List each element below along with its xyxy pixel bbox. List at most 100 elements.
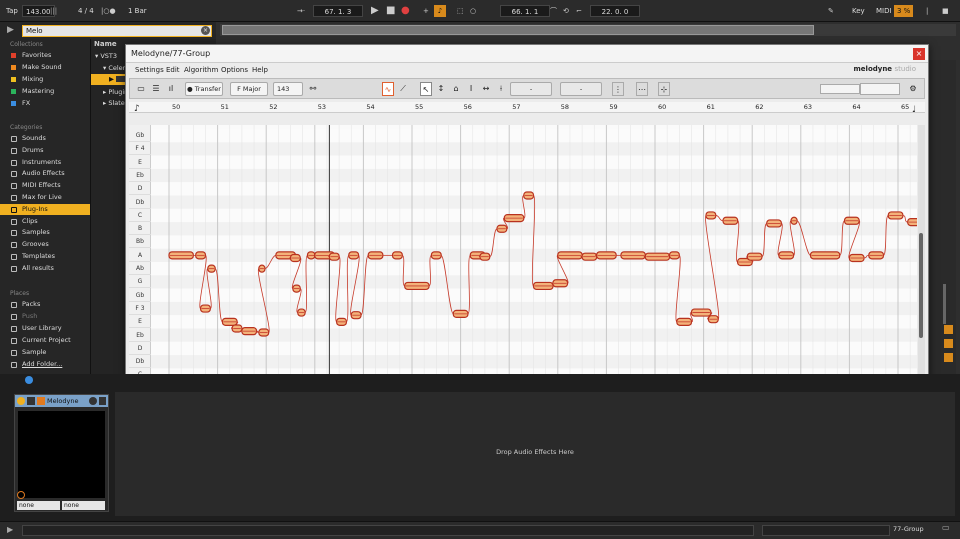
loop-icon[interactable]: ⟲: [563, 5, 569, 17]
main-tool-icon[interactable]: ↖: [420, 82, 432, 96]
pitch-ruler[interactable]: GbF 4EEbDDbCBBbAAbGGbF 3EEbDDbCB: [129, 125, 151, 395]
category-item[interactable]: Clips: [0, 216, 90, 227]
collection-item[interactable]: Make Sound: [0, 62, 90, 73]
category-item[interactable]: Sounds: [0, 133, 90, 144]
tap-button[interactable]: Tap: [6, 5, 18, 17]
device-info-icon[interactable]: [89, 397, 97, 405]
quantize-menu[interactable]: 1 Bar: [128, 5, 147, 17]
device-title-bar[interactable]: Melodyne: [15, 395, 108, 407]
scale-button[interactable]: F Major: [230, 82, 268, 96]
note-editor[interactable]: [151, 125, 917, 393]
device-power-icon[interactable]: [17, 397, 25, 405]
place-item[interactable]: Push: [0, 311, 90, 322]
midi-map-button[interactable]: MIDI: [876, 5, 892, 17]
overview-toggle-icon[interactable]: ■: [942, 5, 949, 17]
vertical-scroll-thumb[interactable]: [919, 233, 923, 338]
menu-help[interactable]: Help: [252, 65, 268, 75]
category-item[interactable]: Audio Effects: [0, 168, 90, 179]
sound-editor-icon[interactable]: ıl: [165, 82, 177, 96]
collection-item[interactable]: Mastering: [0, 86, 90, 97]
input-select[interactable]: none: [17, 501, 60, 510]
punch-out-icon[interactable]: ⌐: [576, 5, 582, 17]
macro-timing-icon[interactable]: ⋯: [636, 82, 648, 96]
search-input[interactable]: Melo: [22, 25, 212, 37]
monitor-icon[interactable]: [944, 353, 953, 362]
note-blobs[interactable]: [151, 125, 917, 393]
bar-ruler[interactable]: 50 51 52 53 54 55 56 57 58 59 60 61 62 63 64 65: [129, 102, 925, 113]
close-button[interactable]: ×: [913, 48, 925, 60]
status-panel-icon[interactable]: ▭: [942, 523, 950, 532]
time-value-field[interactable]: -: [560, 82, 602, 96]
zoom-slider[interactable]: [820, 84, 860, 94]
macro-pitch-icon[interactable]: ⋮: [612, 82, 624, 96]
volume-fader[interactable]: [943, 284, 946, 324]
device-edit-icon[interactable]: [37, 397, 45, 405]
category-item[interactable]: Plug-Ins: [0, 203, 90, 215]
session-record-icon[interactable]: ○: [470, 5, 476, 17]
capture-icon[interactable]: ⬚: [457, 5, 464, 17]
status-toggle-icon[interactable]: ▶: [7, 525, 13, 534]
key-map-button[interactable]: Key: [852, 5, 865, 17]
category-item[interactable]: Instruments: [0, 157, 90, 168]
punch-in-icon[interactable]: ⌒: [550, 5, 557, 17]
metronome-icon[interactable]: |○●: [101, 5, 116, 17]
editor-view-icon[interactable]: ▭: [135, 82, 147, 96]
pitch-ruler-icon[interactable]: ♪: [134, 104, 140, 114]
pitch-tool-icon[interactable]: ↕: [435, 82, 447, 96]
place-item[interactable]: Packs: [0, 299, 90, 310]
draw-mode-icon[interactable]: ✎: [828, 5, 834, 17]
menu-settings[interactable]: Settings: [135, 65, 164, 75]
transfer-button[interactable]: ● Transfer: [185, 82, 223, 96]
time-tool-icon[interactable]: ⟋: [397, 82, 409, 96]
stop-icon[interactable]: ■: [386, 5, 395, 17]
solo-icon[interactable]: [944, 325, 953, 334]
category-item[interactable]: Grooves: [0, 239, 90, 250]
record-icon[interactable]: ●: [401, 5, 410, 17]
time-signature[interactable]: 4 / 4: [78, 5, 94, 17]
category-item[interactable]: Templates: [0, 251, 90, 262]
loop-length[interactable]: 22. 0. 0: [590, 5, 640, 17]
play-icon[interactable]: ▶: [371, 5, 379, 17]
category-item[interactable]: Max for Live: [0, 192, 90, 203]
collection-item[interactable]: Mixing: [0, 74, 90, 85]
pitch-curve-icon[interactable]: ∿: [382, 82, 394, 96]
overdub-icon[interactable]: +: [423, 5, 429, 17]
audio-effects-drop-zone[interactable]: Drop Audio Effects Here: [115, 392, 955, 516]
tempo-field[interactable]: 143: [273, 82, 303, 96]
collection-item[interactable]: FX: [0, 98, 90, 109]
settings-gear-icon[interactable]: ⚙: [907, 82, 919, 96]
place-item[interactable]: Sample: [0, 347, 90, 358]
category-item[interactable]: MIDI Effects: [0, 180, 90, 191]
quantize-icon[interactable]: ⊹: [658, 82, 670, 96]
name-column-header[interactable]: Name: [94, 40, 117, 48]
overview-scope[interactable]: [860, 83, 900, 95]
formant-tool-icon[interactable]: ⌂: [450, 82, 462, 96]
play-preview-icon[interactable]: ▶: [7, 25, 14, 35]
menu-algorithm[interactable]: Algorithm: [184, 65, 218, 75]
device-save-icon[interactable]: [99, 397, 106, 405]
clear-search-icon[interactable]: ×: [201, 26, 210, 35]
timing-tool-icon[interactable]: ↔: [480, 82, 492, 96]
place-item[interactable]: Add Folder...: [0, 359, 90, 370]
place-item[interactable]: User Library: [0, 323, 90, 334]
link-icon[interactable]: ⚯: [307, 82, 319, 96]
nudge-icon[interactable]: |||: [50, 5, 57, 17]
menu-options[interactable]: Options: [221, 65, 248, 75]
overview-visible-region[interactable]: [222, 25, 814, 35]
collection-item[interactable]: Favorites: [0, 50, 90, 61]
follow-icon[interactable]: →·: [297, 5, 305, 17]
vertical-scrollbar[interactable]: [918, 125, 925, 393]
menu-edit[interactable]: Edit: [166, 65, 180, 75]
automation-arm-icon[interactable]: ♪: [434, 5, 446, 17]
separation-tool-icon[interactable]: ⟊: [495, 82, 507, 96]
device-collapse-icon[interactable]: [27, 397, 35, 405]
song-position[interactable]: 67. 1. 3: [313, 5, 363, 17]
record-arm-icon[interactable]: [944, 339, 953, 348]
note-assignment-icon[interactable]: ☰: [150, 82, 162, 96]
category-item[interactable]: Drums: [0, 145, 90, 156]
amplitude-tool-icon[interactable]: I: [465, 82, 477, 96]
place-item[interactable]: Current Project: [0, 335, 90, 346]
category-item[interactable]: All results: [0, 263, 90, 274]
output-select[interactable]: none: [62, 501, 105, 510]
loop-start[interactable]: 66. 1. 1: [500, 5, 550, 17]
